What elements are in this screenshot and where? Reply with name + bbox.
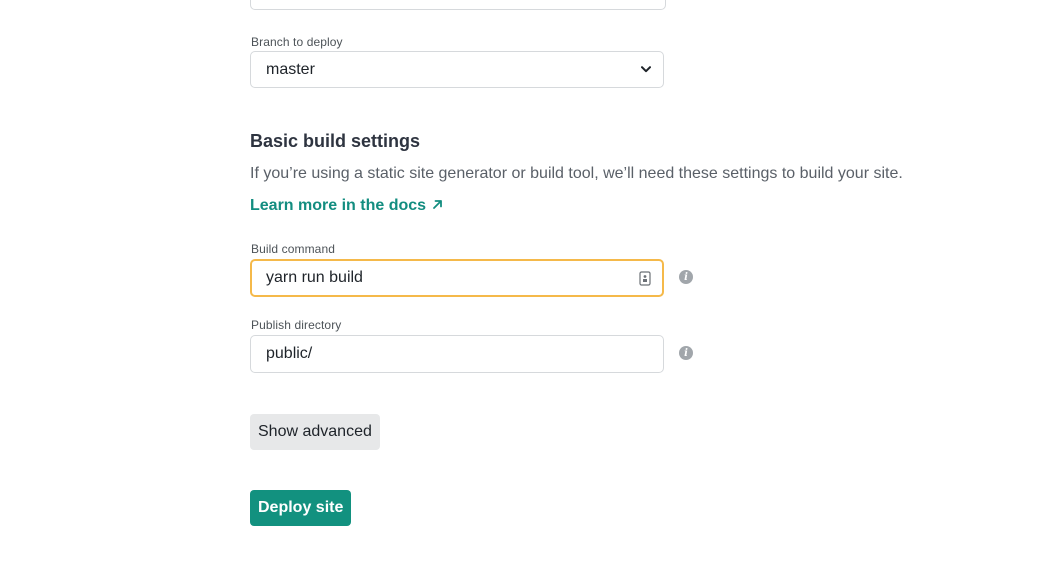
branch-select[interactable]: master	[250, 51, 664, 88]
deploy-settings-page: Branch to deploy master Basic build sett…	[0, 0, 1055, 569]
publish-directory-label: Publish directory	[251, 318, 342, 332]
show-advanced-button[interactable]: Show advanced	[250, 414, 380, 450]
deploy-site-button[interactable]: Deploy site	[250, 490, 352, 526]
docs-link-label: Learn more in the docs	[250, 197, 427, 214]
publish-directory-value: public/	[266, 345, 313, 362]
info-icon[interactable]: i	[679, 270, 693, 284]
build-command-label: Build command	[251, 242, 336, 256]
section-title: Basic build settings	[250, 131, 421, 151]
password-manager-icon[interactable]	[638, 270, 652, 286]
info-icon[interactable]: i	[679, 346, 693, 360]
branch-label: Branch to deploy	[251, 35, 343, 49]
branch-select-value: master	[266, 60, 315, 78]
publish-directory-input[interactable]: public/	[250, 335, 664, 373]
section-description: If you’re using a static site generator …	[250, 165, 903, 182]
chevron-down-icon	[639, 63, 653, 77]
build-command-input[interactable]: yarn run build	[250, 259, 664, 297]
previous-field-input[interactable]	[250, 0, 666, 10]
build-command-value: yarn run build	[266, 269, 363, 286]
docs-link[interactable]: Learn more in the docs	[250, 197, 443, 215]
external-arrow-icon	[432, 197, 443, 215]
